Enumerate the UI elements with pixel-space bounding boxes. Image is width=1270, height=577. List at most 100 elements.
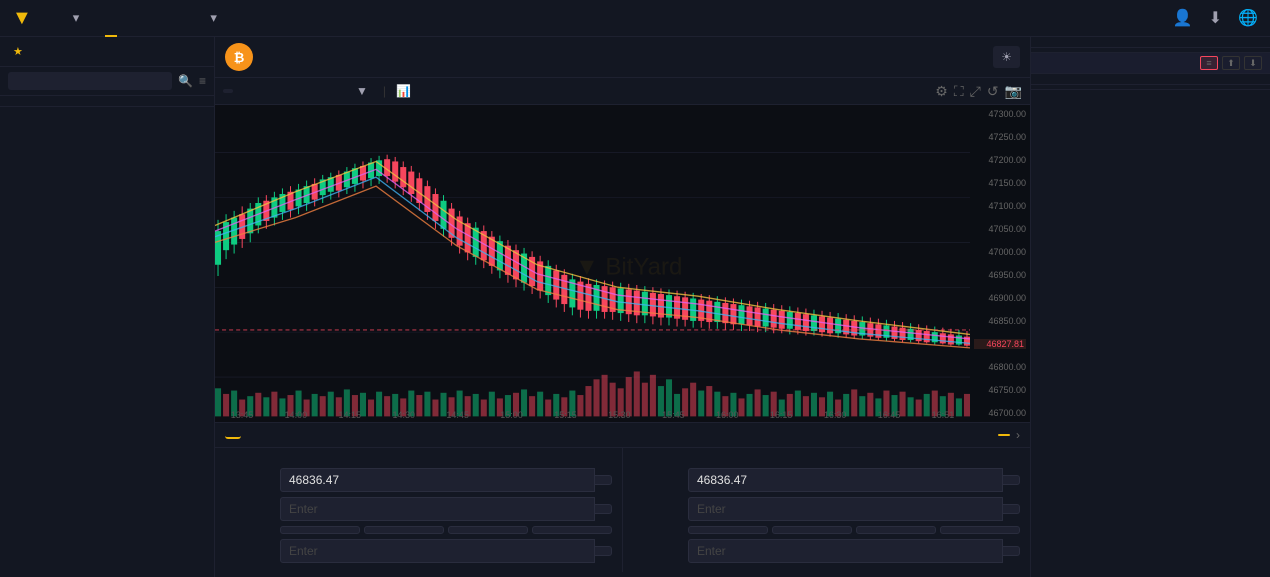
pair-header: ₿ bbox=[215, 37, 1030, 78]
leverage-badge[interactable] bbox=[998, 434, 1010, 436]
buy-price-input[interactable] bbox=[280, 468, 595, 492]
filter-defi[interactable] bbox=[54, 50, 64, 54]
chart-expand-btn[interactable]: ⤢ bbox=[970, 83, 981, 100]
sell-pct-75[interactable] bbox=[856, 526, 936, 534]
mid-price-row: ≡ ⬆ ⬇ bbox=[1031, 53, 1270, 73]
chart-type-icon[interactable]: 📊 bbox=[396, 84, 411, 98]
sell-amount-row bbox=[633, 497, 1020, 521]
buy-amount-row bbox=[225, 497, 612, 521]
tab-limit[interactable] bbox=[225, 431, 241, 439]
search-icon[interactable]: 🔍 bbox=[178, 74, 193, 88]
sell-pct-buttons bbox=[688, 526, 1020, 534]
sell-price-unit bbox=[1003, 475, 1020, 485]
time-axis: 13:4514:0014:1514:3014:4515:0015:1515:30… bbox=[215, 410, 970, 420]
trading-tabs: › bbox=[215, 423, 1030, 448]
sell-form bbox=[623, 448, 1030, 572]
coin-list-header bbox=[0, 96, 214, 107]
buy-pct-100[interactable] bbox=[532, 526, 612, 534]
sell-pct-100[interactable] bbox=[940, 526, 1020, 534]
tf-m[interactable] bbox=[335, 89, 345, 93]
filter-bar: ★ bbox=[0, 37, 214, 67]
sell-amount-input[interactable] bbox=[688, 497, 1003, 521]
form-columns bbox=[215, 448, 1030, 572]
filter-bsc[interactable] bbox=[108, 50, 118, 54]
svg-text:▼ BitYard: ▼ BitYard bbox=[575, 253, 682, 280]
globe-icon[interactable]: 🌐 bbox=[1238, 8, 1258, 28]
chart-canvas: ▼ BitYard bbox=[215, 105, 1030, 422]
ob-type-icons: ≡ ⬆ ⬇ bbox=[1200, 56, 1262, 70]
filter-gray[interactable] bbox=[90, 50, 100, 54]
chart-controls: ⚙ ⛶ ⤢ ↺ 📷 bbox=[935, 83, 1022, 100]
sell-total-input[interactable] bbox=[688, 539, 1003, 563]
logo[interactable]: ▼ bbox=[12, 7, 36, 30]
filter-pos[interactable] bbox=[72, 50, 82, 54]
nav-spot-trading[interactable] bbox=[105, 0, 117, 37]
ob-type-sell[interactable]: ⬆ bbox=[1222, 56, 1240, 70]
sell-pct-25[interactable] bbox=[688, 526, 768, 534]
user-icon[interactable]: 👤 bbox=[1173, 8, 1193, 28]
filter-icon[interactable]: ≡ bbox=[199, 74, 206, 88]
chart-toolbar: ▼ | 📊 ⚙ ⛶ ⤢ ↺ 📷 bbox=[215, 78, 1030, 105]
recent-trades-header bbox=[1031, 73, 1270, 85]
search-bar: 🔍 ≡ bbox=[0, 67, 214, 96]
buy-price-unit bbox=[595, 475, 612, 485]
contract-arrow[interactable]: › bbox=[1016, 428, 1020, 442]
download-icon[interactable]: ⬇ bbox=[1209, 8, 1222, 28]
sell-amount-unit bbox=[1003, 504, 1020, 514]
tf-5m[interactable] bbox=[239, 89, 249, 93]
sell-price-input[interactable] bbox=[688, 468, 1003, 492]
tf-4h[interactable] bbox=[287, 89, 297, 93]
indicators-btn[interactable] bbox=[417, 89, 433, 93]
coin-list bbox=[0, 107, 214, 577]
main-layout: ★ 🔍 ≡ ₿ bbox=[0, 37, 1270, 577]
tf-w[interactable] bbox=[319, 89, 329, 93]
orderbook-header bbox=[1031, 37, 1270, 48]
trading-form: › bbox=[215, 422, 1030, 577]
sell-total-row bbox=[633, 539, 1020, 563]
buy-pct-25[interactable] bbox=[280, 526, 360, 534]
buy-form bbox=[215, 448, 623, 572]
buy-amount-unit bbox=[595, 504, 612, 514]
buy-pct-50[interactable] bbox=[364, 526, 444, 534]
chart-area: ₿ bbox=[215, 37, 1030, 577]
ob-type-both[interactable]: ≡ bbox=[1200, 56, 1218, 70]
buy-pct-75[interactable] bbox=[448, 526, 528, 534]
nav-promotion[interactable]: ▾ bbox=[201, 10, 223, 26]
buy-total-input[interactable] bbox=[280, 539, 595, 563]
search-input[interactable] bbox=[8, 72, 172, 90]
right-panel: ≡ ⬆ ⬇ bbox=[1030, 37, 1270, 577]
chart-camera-btn[interactable]: 📷 bbox=[1005, 83, 1022, 100]
btc-logo: ₿ bbox=[225, 43, 253, 71]
contract-badge: › bbox=[992, 428, 1020, 442]
nav-contract[interactable]: ▾ bbox=[64, 10, 86, 26]
sell-pct-50[interactable] bbox=[772, 526, 852, 534]
top-navigation: ▼ ▾ ▾ 👤 ⬇ 🌐 bbox=[0, 0, 1270, 37]
nav-right: 👤 ⬇ 🌐 bbox=[1141, 8, 1258, 28]
tf-1m[interactable] bbox=[223, 89, 233, 93]
buy-total-row bbox=[225, 539, 612, 563]
recent-trades-columns bbox=[1031, 85, 1270, 90]
buy-total-unit bbox=[595, 546, 612, 556]
theme-toggle[interactable]: ☀ bbox=[993, 46, 1020, 68]
tf-1h[interactable] bbox=[271, 89, 281, 93]
buy-price-row bbox=[225, 468, 612, 492]
price-scale: 47300.00 47250.00 47200.00 47150.00 4710… bbox=[970, 105, 1030, 422]
tf-more[interactable]: ▼ bbox=[351, 82, 373, 100]
buy-amount-input[interactable] bbox=[280, 497, 595, 521]
filter-favorites[interactable]: ★ bbox=[8, 43, 28, 60]
buy-pct-buttons bbox=[280, 526, 612, 534]
tf-30m[interactable] bbox=[255, 89, 265, 93]
tab-market[interactable] bbox=[251, 432, 267, 438]
watermark: ▼ BitYard bbox=[563, 202, 683, 325]
chart-refresh-btn[interactable]: ↺ bbox=[987, 83, 999, 100]
chart-fullscreen-btn[interactable]: ⛶ bbox=[954, 83, 964, 100]
tf-d[interactable] bbox=[303, 89, 313, 93]
toolbar-sep: | bbox=[383, 84, 386, 98]
logo-icon: ▼ bbox=[12, 7, 32, 30]
sell-price-row bbox=[633, 468, 1020, 492]
sell-total-unit bbox=[1003, 546, 1020, 556]
ob-type-buy[interactable]: ⬇ bbox=[1244, 56, 1262, 70]
filter-all[interactable] bbox=[36, 50, 46, 54]
chart-settings-btn[interactable]: ⚙ bbox=[935, 83, 948, 100]
coin-sidebar: ★ 🔍 ≡ bbox=[0, 37, 215, 577]
